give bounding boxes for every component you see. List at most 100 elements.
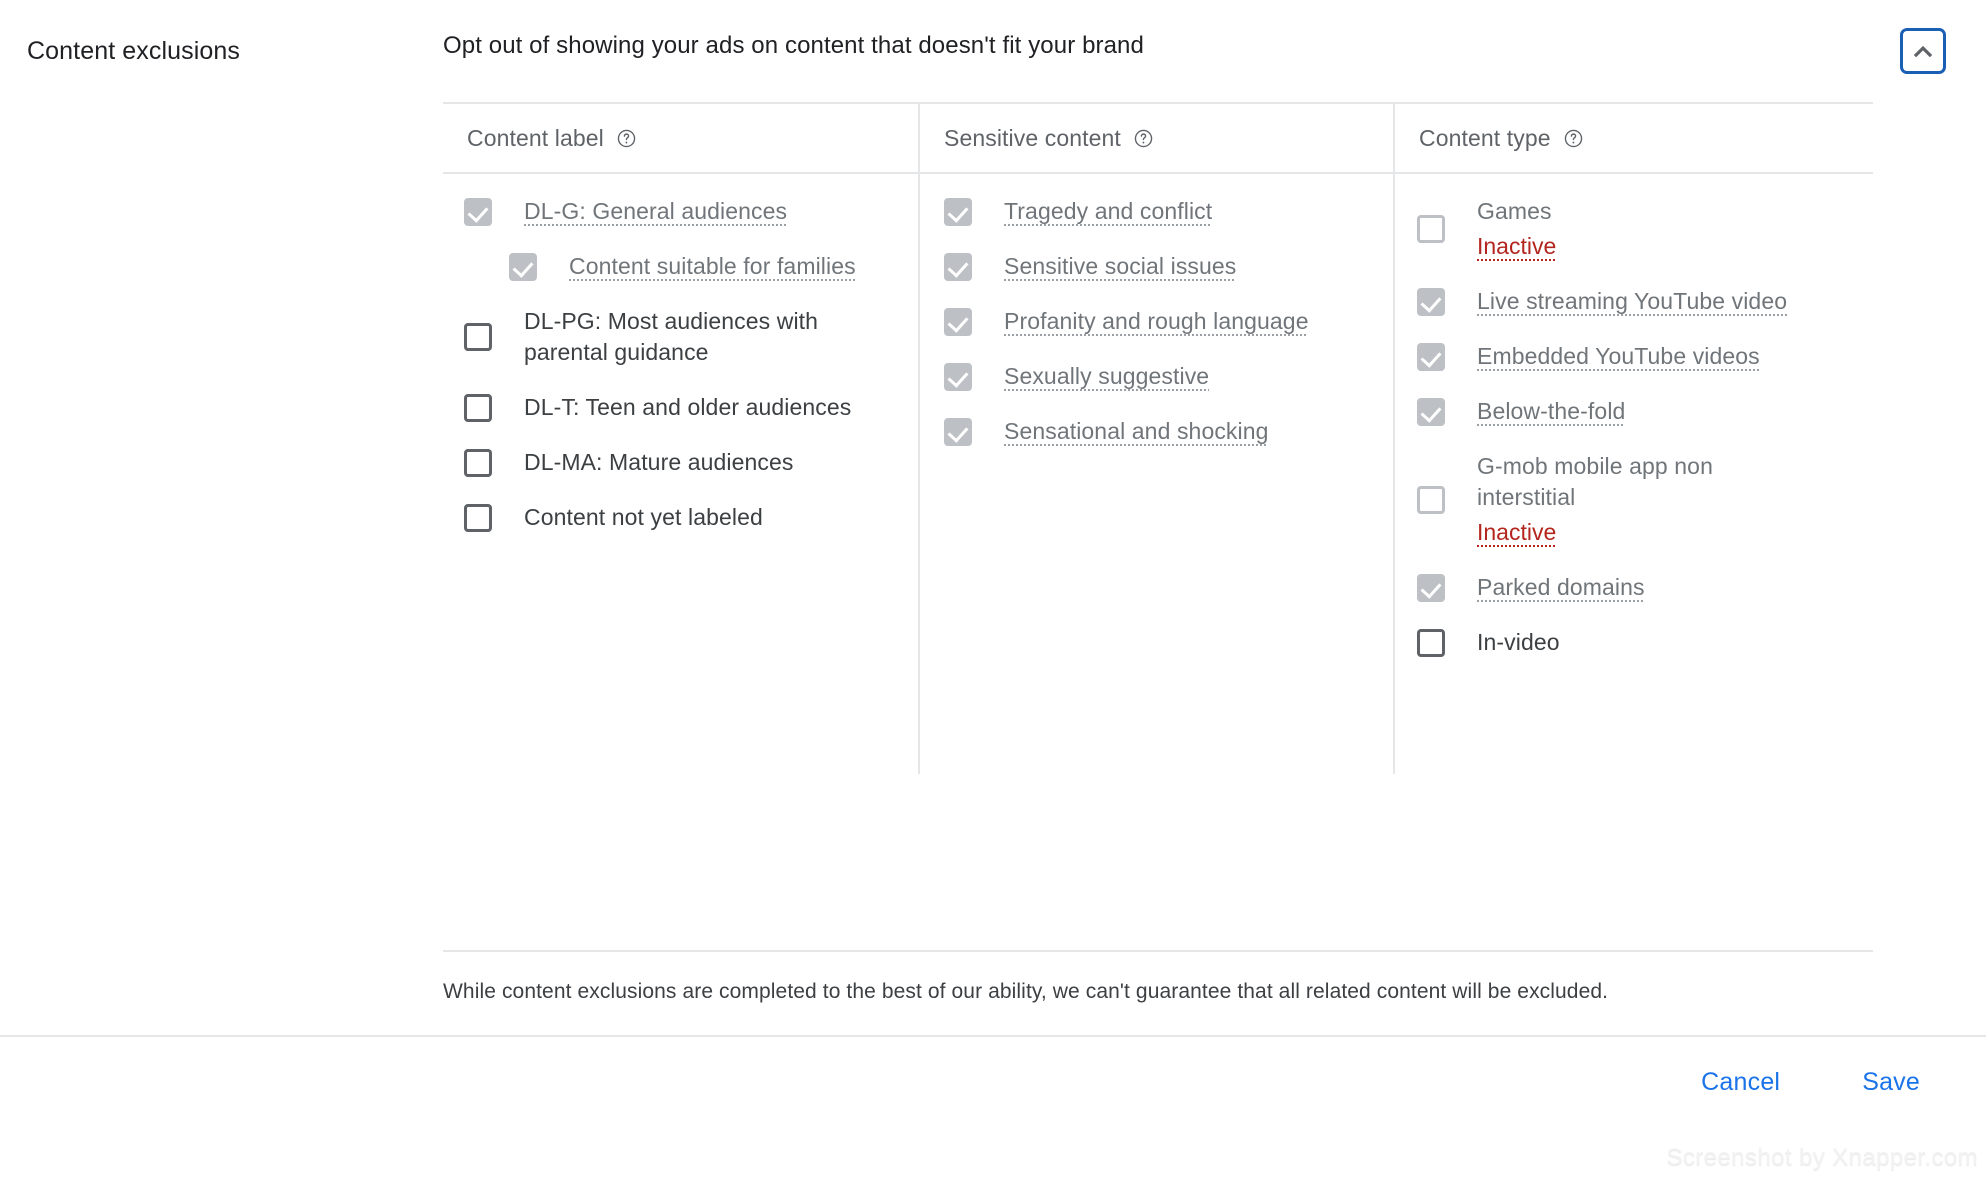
checkbox-label: Tragedy and conflict [1004, 196, 1212, 227]
checkbox-unchecked [1417, 485, 1445, 514]
checkbox-label: G-mob mobile app non interstitial [1477, 453, 1713, 510]
checkbox-label: Parked domains [1477, 572, 1645, 603]
save-button[interactable]: Save [1844, 1058, 1938, 1107]
checkbox-row: Sensitive social issues [944, 251, 1383, 282]
column-header-label: Sensitive content [944, 124, 1121, 151]
checkbox-label-wrap: Embedded YouTube videos [1477, 341, 1760, 372]
column-header-label: Content label [467, 124, 604, 151]
checkbox-label-wrap: Sexually suggestive [1004, 361, 1209, 392]
checkbox-row[interactable]: Content not yet labeled [464, 502, 908, 533]
checkbox-holder [1417, 196, 1461, 262]
checkbox-row: Profanity and rough language [944, 306, 1383, 337]
checkbox-holder [944, 251, 988, 282]
checkbox-label-wrap: DL-PG: Most audiences with parental guid… [524, 306, 854, 368]
checkbox-row: Parked domains [1417, 572, 1863, 603]
checkbox-row[interactable]: DL-PG: Most audiences with parental guid… [464, 306, 908, 368]
checkbox-label-text: Embedded YouTube videos [1477, 343, 1760, 369]
status-badge: Inactive [1477, 233, 1557, 259]
checkbox-checked [944, 252, 972, 281]
checkbox-label-text: Content suitable for families [569, 253, 856, 279]
checkbox-unchecked[interactable] [464, 393, 492, 422]
checkbox-label-text: Sensitive social issues [1004, 253, 1237, 279]
panel-header: Opt out of showing your ads on content t… [443, 30, 1986, 90]
checkbox-label-text: Tragedy and conflict [1004, 198, 1213, 224]
page-title: Content exclusions [27, 37, 241, 65]
checkbox-label-wrap: G-mob mobile app non interstitial Inactiv… [1477, 451, 1807, 548]
checkbox-label: Profanity and rough language [1004, 306, 1309, 337]
checkbox-label: Sexually suggestive [1004, 361, 1209, 392]
checkbox-unchecked[interactable] [1417, 628, 1445, 657]
checkbox-holder [944, 361, 988, 392]
checkbox-label-text: Live streaming YouTube video [1477, 288, 1788, 314]
column-header-content-label: Content label [443, 104, 918, 174]
checkbox-checked [944, 197, 972, 226]
checkbox-holder [464, 447, 508, 478]
checkbox-holder [464, 196, 508, 227]
checkbox-checked [944, 307, 972, 336]
checkbox-label-wrap: Profanity and rough language [1004, 306, 1309, 337]
checkbox-holder [464, 392, 508, 423]
column-sensitive-content: Sensitive content Tragedy and conflict Sen… [918, 104, 1393, 774]
checkbox-row: Live streaming YouTube video [1417, 286, 1863, 317]
column-content-type: Content type Games Inactive Live streaming … [1393, 104, 1873, 774]
checkbox-label: Content suitable for families [569, 251, 856, 282]
checkbox-checked [1417, 397, 1445, 426]
checkbox-label-wrap: Sensitive social issues [1004, 251, 1236, 282]
checkbox-label-text: Sexually suggestive [1004, 363, 1210, 389]
checkbox-label-wrap: Content not yet labeled [524, 502, 763, 533]
help-circle-icon[interactable] [1563, 128, 1584, 149]
checkbox-row[interactable]: DL-MA: Mature audiences [464, 447, 908, 478]
checkbox-unchecked [1417, 215, 1445, 243]
checkbox-label: Sensitive social issues [1004, 251, 1236, 282]
checkbox-label: Below-the-fold [1477, 396, 1625, 427]
checkbox-checked [1417, 342, 1445, 371]
checkbox-label: Games [1477, 198, 1552, 224]
checkbox-unchecked[interactable] [464, 503, 492, 532]
column-body-content-label: DL-G: General audiences Content suitable … [443, 174, 918, 774]
checkbox-label-wrap: Games Inactive [1477, 196, 1556, 262]
checkbox-unchecked[interactable] [464, 323, 492, 351]
checkbox-label-text: Sensational and shocking [1004, 418, 1269, 444]
checkbox-label-wrap: Below-the-fold [1477, 396, 1625, 427]
checkbox-label: Live streaming YouTube video [1477, 286, 1787, 317]
checkbox-label: Embedded YouTube videos [1477, 341, 1760, 372]
checkbox-label: Sensational and shocking [1004, 416, 1269, 447]
footnote-text: While content exclusions are completed t… [443, 980, 1609, 1003]
checkbox-unchecked[interactable] [464, 448, 492, 477]
checkbox-holder [944, 196, 988, 227]
checkbox-checked [1417, 287, 1445, 316]
checkbox-label: Content not yet labeled [524, 504, 763, 530]
checkbox-label-text: Below-the-fold [1477, 398, 1626, 424]
checkbox-row: Sensational and shocking [944, 416, 1383, 447]
checkbox-holder [1417, 451, 1461, 548]
checkbox-label-wrap: Live streaming YouTube video [1477, 286, 1787, 317]
checkbox-checked [944, 417, 972, 446]
chevron-up-icon [1908, 36, 1938, 66]
column-header-sensitive-content: Sensitive content [920, 104, 1393, 174]
checkbox-label-wrap: Tragedy and conflict [1004, 196, 1212, 227]
checkbox-checked [509, 252, 537, 281]
watermark: Screenshot by Xnapper.com [1666, 1144, 1978, 1171]
collapse-section-button[interactable] [1900, 28, 1946, 74]
checkbox-label: DL-PG: Most audiences with parental guid… [524, 308, 819, 365]
column-header-content-type: Content type [1395, 104, 1873, 174]
checkbox-holder [944, 416, 988, 447]
checkbox-row: G-mob mobile app non interstitial Inactiv… [1417, 451, 1863, 548]
footnote-section: While content exclusions are completed t… [443, 950, 1873, 1006]
cancel-button[interactable]: Cancel [1683, 1058, 1798, 1107]
checkbox-row[interactable]: DL-T: Teen and older audiences [464, 392, 908, 423]
content-exclusions-panel: Content exclusions Opt out of showing yo… [0, 0, 1986, 1035]
column-content-label: Content label DL-G: General audiences Cont… [443, 104, 918, 774]
checkbox-label: In-video [1477, 629, 1560, 655]
checkbox-label-wrap: DL-T: Teen and older audiences [524, 392, 851, 423]
checkbox-label-text: Parked domains [1477, 574, 1645, 600]
checkbox-row: Sexually suggestive [944, 361, 1383, 392]
checkbox-checked [1417, 573, 1445, 602]
checkbox-row[interactable]: In-video [1417, 627, 1863, 658]
exclusions-columns: Content label DL-G: General audiences Cont… [443, 102, 1873, 774]
checkbox-row: Tragedy and conflict [944, 196, 1383, 227]
help-circle-icon[interactable] [616, 128, 637, 149]
help-circle-icon[interactable] [1133, 128, 1154, 149]
checkbox-label: DL-T: Teen and older audiences [524, 394, 852, 420]
status-badge: Inactive [1477, 519, 1557, 545]
